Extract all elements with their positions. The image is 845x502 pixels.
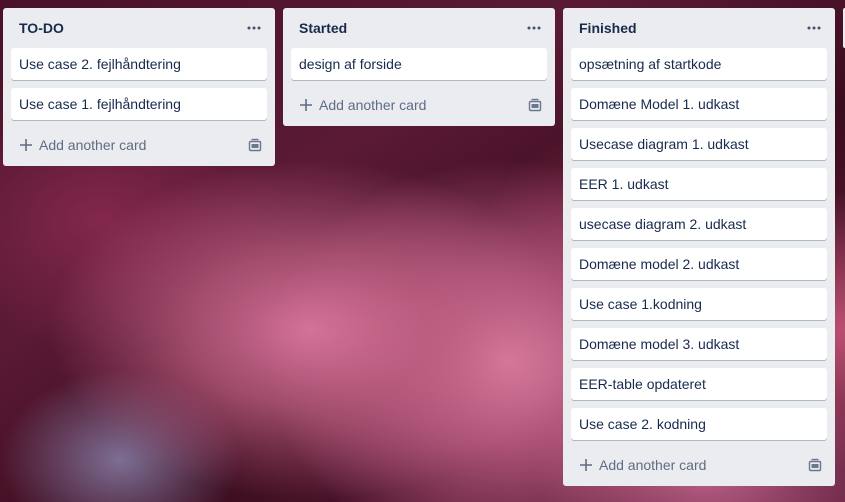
list-title[interactable]: TO-DO xyxy=(19,20,64,36)
card-template-icon[interactable] xyxy=(247,137,263,153)
list-finished: Finished opsætning af startkode Domæne M… xyxy=(563,8,835,486)
card[interactable]: Use case 1. fejlhåndtering xyxy=(11,88,267,120)
plus-icon xyxy=(299,98,313,112)
list-todo: TO-DO Use case 2. fejlhåndtering Use cas… xyxy=(3,8,275,166)
card[interactable]: Domæne model 3. udkast xyxy=(571,328,827,360)
card[interactable]: design af forside xyxy=(291,48,547,80)
card[interactable]: Domæne Model 1. udkast xyxy=(571,88,827,120)
card[interactable]: Domæne model 2. udkast xyxy=(571,248,827,280)
ellipsis-icon[interactable] xyxy=(801,16,827,40)
add-card-label: Add another card xyxy=(319,97,427,113)
card[interactable]: Usecase diagram 1. udkast xyxy=(571,128,827,160)
list-footer: Add another card xyxy=(571,446,827,484)
card[interactable]: EER 1. udkast xyxy=(571,168,827,200)
add-card-button[interactable]: Add another card xyxy=(19,137,146,153)
ellipsis-icon[interactable] xyxy=(241,16,267,40)
card[interactable]: usecase diagram 2. udkast xyxy=(571,208,827,240)
card-template-icon[interactable] xyxy=(527,97,543,113)
list-started: Started design af forside Add another ca… xyxy=(283,8,555,126)
card[interactable]: Use case 1.kodning xyxy=(571,288,827,320)
ellipsis-icon[interactable] xyxy=(521,16,547,40)
add-card-label: Add another card xyxy=(599,457,707,473)
list-title[interactable]: Started xyxy=(299,20,347,36)
list-footer: Add another card xyxy=(11,126,267,164)
list-footer: Add another card xyxy=(291,86,547,124)
list-header: Finished xyxy=(571,8,827,48)
list-header: TO-DO xyxy=(11,8,267,48)
plus-icon xyxy=(579,458,593,472)
add-card-label: Add another card xyxy=(39,137,147,153)
card[interactable]: Use case 2. fejlhåndtering xyxy=(11,48,267,80)
card[interactable]: Use case 2. kodning xyxy=(571,408,827,440)
plus-icon xyxy=(19,138,33,152)
add-card-button[interactable]: Add another card xyxy=(299,97,426,113)
add-card-button[interactable]: Add another card xyxy=(579,457,706,473)
card-template-icon[interactable] xyxy=(807,457,823,473)
list-header: Started xyxy=(291,8,547,48)
card[interactable]: opsætning af startkode xyxy=(571,48,827,80)
card[interactable]: EER-table opdateret xyxy=(571,368,827,400)
list-title[interactable]: Finished xyxy=(579,20,637,36)
